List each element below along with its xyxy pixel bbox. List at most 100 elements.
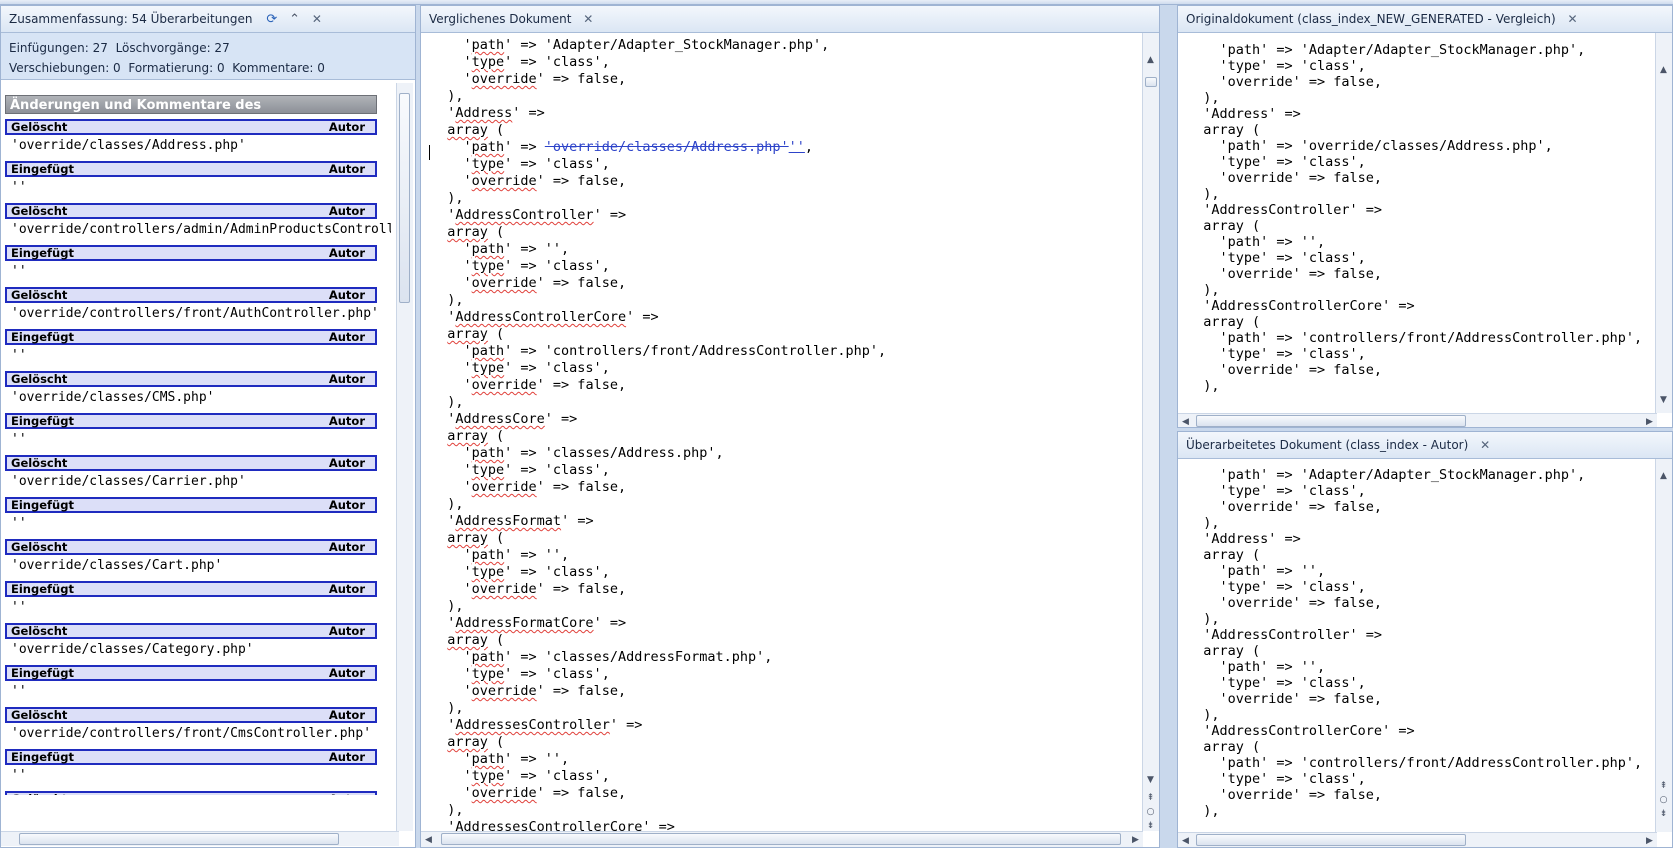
scroll-down-icon[interactable]: ⇟ [1656,807,1671,821]
summary-hscrollbar[interactable] [1,831,399,846]
code-line: ), [431,598,464,614]
code-line: 'type' => 'class', [1187,250,1366,266]
code-line: 'override' => false, [1187,595,1383,611]
change-text[interactable]: 'override/classes/Category.php' [5,639,391,660]
compared-vscrollbar[interactable]: ▲ ▼ ⇞ ○ ⇟ [1142,33,1159,831]
change-header[interactable]: Eingefügt Autor [5,581,377,597]
deleted-text[interactable]: 'override/classes/Address.php' [545,139,789,155]
collapse-icon[interactable]: ⌃ [289,6,300,33]
scroll-thumb[interactable] [1145,77,1157,87]
code-line: 'override' => false, [1187,266,1383,282]
change-text[interactable]: '' [5,513,391,534]
change-author: Autor [328,456,365,470]
refresh-icon[interactable]: ⟳ [266,6,277,33]
change-header[interactable]: Eingefügt Autor [5,161,377,177]
code-line: array ( [1187,122,1261,138]
code-line: ), [431,190,464,206]
close-icon[interactable]: ✕ [583,6,593,33]
scroll-left-icon[interactable]: ◀ [1178,415,1193,427]
change-header[interactable]: Gelöscht Autor [5,791,377,795]
close-icon[interactable]: ✕ [1480,432,1490,459]
scroll-thumb[interactable] [399,93,410,303]
change-header[interactable]: Gelöscht Autor [5,371,377,387]
code-line: 'override' => false, [431,71,627,87]
change-text[interactable]: '' [5,681,391,702]
code-line: 'path' => 'controllers/front/AddressCont… [1187,755,1643,771]
code-line: array ( [1187,643,1261,659]
scroll-down-icon[interactable]: ⇟ [1143,819,1158,833]
scroll-up-icon[interactable]: ▲ [1656,63,1671,77]
code-line: 'override' => false, [431,479,627,495]
code-line: 'AddressCore' => [431,411,578,427]
change-header[interactable]: Eingefügt Autor [5,245,377,261]
change-header[interactable]: Gelöscht Autor [5,707,377,723]
scroll-up-icon[interactable]: ▲ [1143,53,1158,67]
code-line: 'override' => false, [431,785,627,801]
code-line: 'override' => false, [431,683,627,699]
code-line: 'path' => 'override/classes/Address.php'… [1187,138,1553,154]
scroll-right-icon[interactable]: ▶ [1642,415,1657,427]
revised-title-bar: Überarbeitetes Dokument (class_index - A… [1178,432,1672,459]
change-text[interactable]: 'override/classes/Cart.php' [5,555,391,576]
change-text[interactable]: '' [5,597,391,618]
scroll-left-icon[interactable]: ◀ [421,833,436,847]
change-text[interactable]: 'override/controllers/admin/AdminProduct… [5,219,391,240]
change-text[interactable]: 'override/controllers/front/CmsControlle… [5,723,391,744]
change-text[interactable]: '' [5,765,391,786]
code-line: array ( [447,122,505,138]
change-header[interactable]: Eingefügt Autor [5,497,377,513]
scroll-thumb[interactable] [19,833,339,845]
change-header[interactable]: Eingefügt Autor [5,329,377,345]
code-line: array ( [447,224,505,240]
change-text[interactable]: '' [5,429,391,450]
browse-object-icon[interactable]: ○ [1656,793,1671,807]
change-header[interactable]: Gelöscht Autor [5,203,377,219]
scroll-thumb[interactable] [1196,834,1466,846]
revised-vscrollbar[interactable]: ▲ ⇞ ○ ⇟ [1655,459,1672,832]
original-hscrollbar[interactable]: ◀ ▶ [1178,413,1657,427]
inserted-text[interactable]: '' [789,139,805,155]
scroll-thumb[interactable] [441,833,1121,845]
change-text[interactable]: '' [5,261,391,282]
close-icon[interactable]: ✕ [312,6,322,33]
change-header[interactable]: Eingefügt Autor [5,749,377,765]
change-text[interactable]: '' [5,345,391,366]
scroll-up-icon[interactable]: ⇞ [1143,791,1158,805]
close-icon[interactable]: ✕ [1567,6,1577,33]
change-author: Autor [328,498,365,512]
summary-title: Zusammenfassung: 54 Überarbeitungen [9,12,253,26]
change-text[interactable]: 'override/classes/Address.php' [5,135,391,156]
scroll-down-icon[interactable]: ▼ [1656,393,1671,407]
original-vscrollbar[interactable]: ▲ ▼ [1655,33,1672,413]
compared-hscrollbar[interactable]: ◀ ▶ [421,831,1143,847]
compared-code[interactable]: 'path' => 'Adapter/Adapter_StockManager.… [431,37,886,836]
scroll-up-icon[interactable]: ▲ [1656,469,1671,483]
browse-object-icon[interactable]: ○ [1143,805,1158,819]
change-header[interactable]: Gelöscht Autor [5,119,377,135]
scroll-right-icon[interactable]: ▶ [1642,834,1657,847]
change-header[interactable]: Gelöscht Autor [5,287,377,303]
change-text[interactable]: '' [5,177,391,198]
scroll-up-icon[interactable]: ⇞ [1656,779,1671,793]
scroll-right-icon[interactable]: ▶ [1128,833,1143,847]
original-code[interactable]: 'path' => 'Adapter/Adapter_StockManager.… [1187,42,1642,394]
change-text[interactable]: 'override/classes/Carrier.php' [5,471,391,492]
change-header[interactable]: Gelöscht Autor [5,455,377,471]
revised-hscrollbar[interactable]: ◀ ▶ [1178,832,1657,847]
code-line: 'override' => false, [431,377,627,393]
change-header[interactable]: Eingefügt Autor [5,413,377,429]
scroll-down-icon[interactable]: ▼ [1143,773,1158,787]
code-line: 'type' => 'class', [431,360,610,376]
change-text[interactable]: 'override/controllers/front/AuthControll… [5,303,391,324]
change-header[interactable]: Gelöscht Autor [5,539,377,555]
change-header[interactable]: Gelöscht Autor [5,623,377,639]
summary-title-bar: Zusammenfassung: 54 Überarbeitungen ⟳ ⌃ … [1,6,415,33]
revised-code[interactable]: 'path' => 'Adapter/Adapter_StockManager.… [1187,467,1642,819]
summary-vscrollbar[interactable] [396,83,413,831]
scroll-left-icon[interactable]: ◀ [1178,834,1193,847]
change-header[interactable]: Eingefügt Autor [5,665,377,681]
change-text[interactable]: 'override/classes/CMS.php' [5,387,391,408]
group-header[interactable]: Änderungen und Kommentare des Hauptdokum… [5,95,377,132]
scroll-thumb[interactable] [1196,415,1466,427]
change-author: Autor [328,666,365,680]
